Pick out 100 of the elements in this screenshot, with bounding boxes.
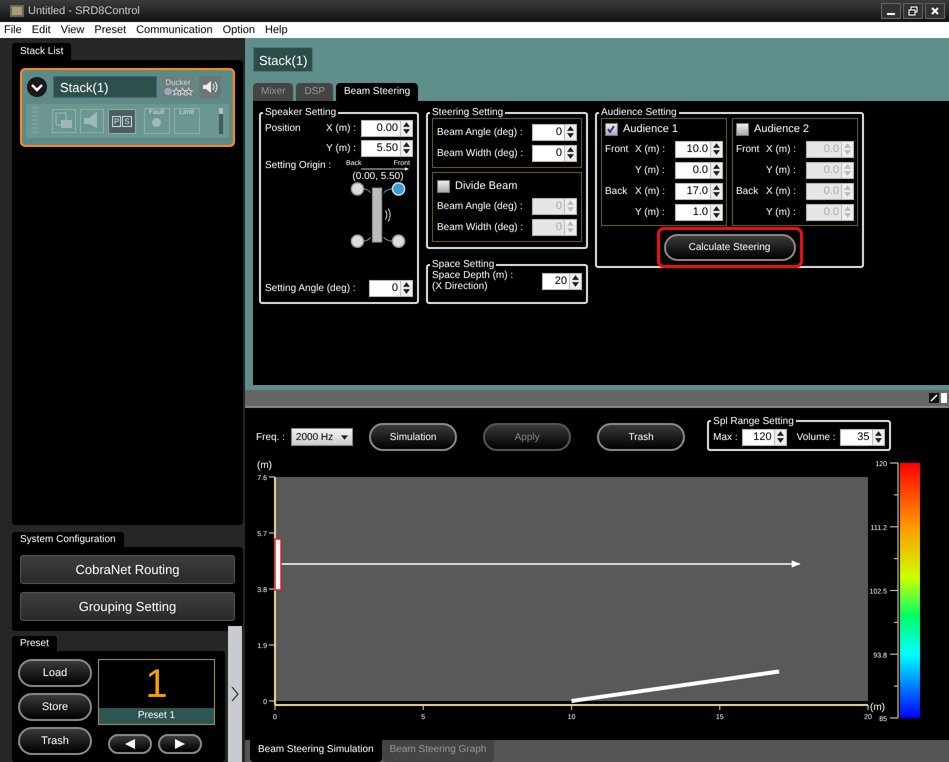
number-field[interactable]: 0 [532, 124, 577, 141]
field-label: X (m) : [635, 186, 666, 197]
speaker-bar-icon [372, 188, 391, 243]
frequency-dropdown[interactable]: 2000 Hz [290, 428, 354, 446]
pencil-icon[interactable] [929, 393, 939, 403]
origin-corner-button[interactable] [383, 182, 406, 196]
menu-item[interactable]: View [60, 24, 84, 36]
field-label: Beam Angle (deg) : [437, 201, 523, 212]
preset-button[interactable]: Load [18, 659, 92, 687]
field-label: Y (m) : [635, 165, 666, 176]
number-field[interactable]: 0.0 [675, 162, 723, 179]
restore-icon [908, 6, 918, 16]
menu-item[interactable]: Help [265, 24, 288, 36]
number-field[interactable]: 35 [840, 428, 885, 446]
ps-letter: S [122, 116, 132, 126]
field-label: Volume : [796, 432, 836, 442]
right-triangle-icon [174, 738, 186, 750]
field-label: Freq. : [256, 432, 285, 442]
field-label: Beam Width (deg) : [437, 148, 524, 159]
group-title: Space Setting [431, 259, 496, 270]
direction-arrow [361, 167, 409, 171]
previous-button[interactable] [108, 734, 152, 754]
fault-lamp-icon [152, 118, 162, 127]
field-label: Y (m) : [766, 165, 797, 176]
caret-icon [341, 434, 348, 440]
level-bar-icon [219, 108, 223, 134]
speaker-icon[interactable] [199, 76, 221, 98]
origin-corner-button[interactable] [350, 234, 371, 248]
field-label: Setting Origin : [265, 160, 332, 173]
simulation-button[interactable]: Simulation [369, 423, 458, 451]
preset-name: Preset 1 [99, 708, 214, 724]
panel-tab[interactable]: System Configuration [12, 532, 124, 547]
configuration-button[interactable]: Grouping Setting [20, 592, 235, 621]
origin-coordinates: (0.00, 5.50) [352, 171, 404, 182]
stack-title: Stack(1) [253, 47, 314, 72]
menu-item[interactable]: Option [222, 24, 255, 36]
group-title: Spl Range Setting [712, 416, 795, 426]
checkmark-icon [606, 124, 616, 134]
stack-name: Stack(1) [53, 76, 157, 98]
field-label: Beam Width (deg) : [437, 222, 524, 233]
collapse-icon[interactable] [26, 76, 48, 98]
checkbox[interactable] [605, 122, 618, 136]
field-label: Space Depth (m) : [432, 270, 514, 281]
origin-corner-button[interactable] [383, 234, 406, 248]
menu-item[interactable]: Communication [136, 24, 213, 36]
field-label: X (m) : [766, 144, 797, 155]
number-field[interactable]: 120 [742, 428, 787, 446]
field-label: Back [736, 186, 758, 197]
field-label: Back [605, 186, 628, 197]
number-field[interactable]: 0 [369, 280, 413, 296]
close-button[interactable] [925, 3, 945, 19]
preset-number: 1 [144, 661, 169, 708]
panel-tab[interactable]: Preset [12, 636, 57, 651]
field-label: Beam Angle (deg) : [437, 127, 523, 138]
group-title: Steering Setting [431, 107, 504, 118]
number-field[interactable]: 0 [532, 145, 577, 162]
field-label: Y (m) : [325, 142, 357, 154]
number-field[interactable]: 1.0 [675, 204, 723, 221]
field-label: Y (m) : [766, 207, 797, 218]
panel-tab[interactable]: Stack List [12, 43, 72, 60]
field-label: X (m) : [766, 186, 797, 197]
close-icon [930, 6, 940, 16]
field-label: Front [736, 144, 760, 155]
checkbox[interactable] [437, 180, 450, 192]
checkbox-label: Audience 1 [623, 123, 678, 135]
ducker-label: Ducker [165, 78, 191, 87]
field-label: X (m) : [635, 144, 666, 155]
field-label: (X Direction) [432, 281, 489, 292]
field-label: Position [265, 122, 302, 134]
next-button[interactable] [158, 734, 202, 754]
field-label: Y (m) : [635, 207, 666, 218]
preset-button[interactable]: Store [18, 693, 92, 721]
calculate-steering-button[interactable]: Calculate Steering [664, 234, 796, 261]
tab[interactable]: Beam Steering [336, 83, 418, 101]
simulation-button[interactable]: Trash [597, 423, 686, 451]
tab[interactable]: Beam Steering Simulation [250, 740, 382, 762]
field-label: Max : [713, 432, 738, 442]
origin-corner-button[interactable] [350, 182, 371, 196]
number-field[interactable]: 0.00 [361, 120, 413, 136]
left-triangle-icon [124, 738, 136, 750]
number-field[interactable]: 20 [542, 272, 582, 290]
menu-item[interactable]: File [4, 24, 22, 36]
menu-item[interactable]: Preset [94, 24, 126, 36]
app-icon [10, 5, 24, 17]
number-field[interactable]: 17.0 [675, 183, 723, 200]
restore-button[interactable] [903, 3, 923, 19]
configuration-button[interactable]: CobraNet Routing [20, 555, 235, 584]
field-label: X (m) : [325, 122, 357, 134]
x-axis-label: (m) [870, 702, 885, 713]
group-title: Speaker Setting [264, 107, 338, 118]
number-field[interactable]: 10.0 [675, 141, 723, 158]
minimize-button[interactable] [881, 3, 901, 19]
checkbox[interactable] [736, 122, 749, 136]
group-title: Audience Setting [600, 107, 678, 118]
field-label: Setting Angle (deg) : [265, 282, 356, 294]
menu-item[interactable]: Edit [32, 24, 51, 36]
window-title: Untitled - SRD8Control [28, 5, 141, 17]
chevron-right-icon [230, 685, 240, 703]
preset-button[interactable]: Trash [18, 727, 92, 755]
number-field[interactable]: 5.50 [361, 140, 413, 156]
